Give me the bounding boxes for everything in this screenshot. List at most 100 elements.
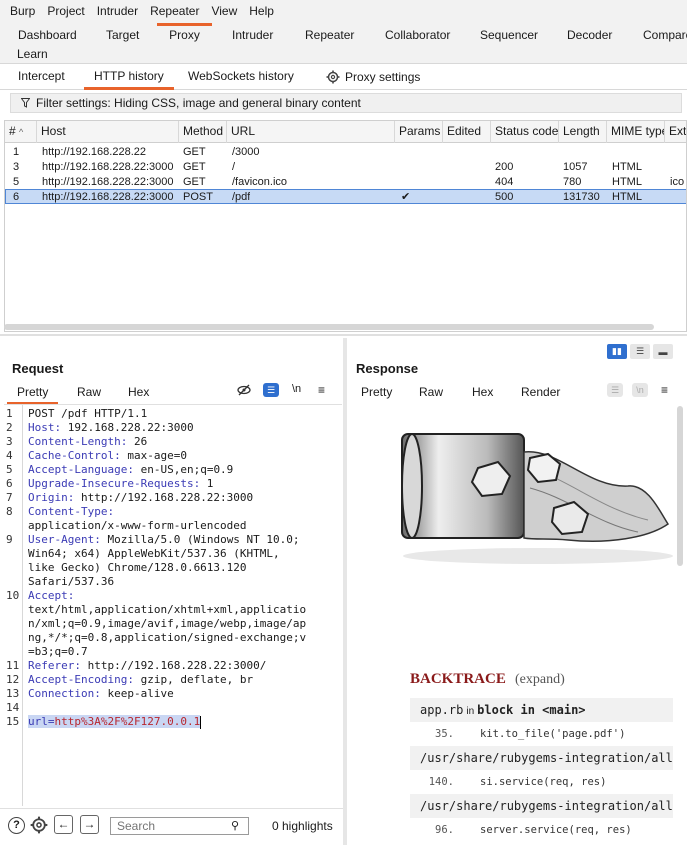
table-row[interactable]: 5 http://192.168.228.22:3000 GET /favico… <box>5 175 686 190</box>
tab-learn[interactable]: Learn <box>17 44 48 64</box>
cell-length: 1057 <box>563 161 588 173</box>
tab-intercept[interactable]: Intercept <box>16 64 67 90</box>
menu-intruder[interactable]: Intruder <box>91 4 144 18</box>
filter-icon <box>21 98 30 108</box>
cell-method: GET <box>183 146 206 158</box>
menu-burp[interactable]: Burp <box>4 4 41 18</box>
tab-decoder[interactable]: Decoder <box>567 25 612 45</box>
request-editor[interactable]: 1 POST /pdf HTTP/1.1 2 Host: 192.168.228.22… <box>4 404 342 806</box>
panel-splitter[interactable] <box>343 338 347 845</box>
settings-gear-icon[interactable] <box>30 816 48 837</box>
col-url[interactable]: URL <box>227 121 395 143</box>
table-row-selected[interactable]: 6 http://192.168.228.22:3000 POST /pdf ✔… <box>5 189 686 204</box>
single-layout-icon[interactable]: ▬ <box>653 344 673 359</box>
tab-request-pretty[interactable]: Pretty <box>6 383 59 405</box>
cell-host: http://192.168.228.22:3000 <box>42 161 174 173</box>
cell-host: http://192.168.228.22:3000 <box>42 191 174 203</box>
header-key: Connection: <box>28 687 101 700</box>
cell-method: POST <box>183 191 213 203</box>
line-text: =b3;q=0.7 <box>28 645 88 658</box>
line-text: POST /pdf HTTP/1.1 <box>28 407 148 420</box>
code-line: url=http%3A%2F%2F127.0.0.1 <box>28 715 202 729</box>
help-icon[interactable]: ? <box>8 817 25 834</box>
line-text: gzip, deflate, br <box>133 673 254 686</box>
line-text: Mozilla/5.0 (Windows NT 10.0; <box>100 533 300 546</box>
tab-http-history[interactable]: HTTP history <box>84 64 174 90</box>
previous-match-icon[interactable]: ← <box>54 815 73 834</box>
code-line: Content-Type: <box>28 505 114 518</box>
split-divider[interactable] <box>0 334 687 336</box>
tab-compare[interactable]: Compare <box>643 25 687 45</box>
table-row[interactable]: 1 http://192.168.228.22 GET /3000 <box>5 145 686 160</box>
tab-response-render[interactable]: Render <box>510 383 571 405</box>
gear-icon <box>326 70 340 84</box>
body-param-key: url= <box>28 715 55 728</box>
horizontal-scrollbar[interactable] <box>4 324 654 330</box>
source-code: si.service(req, res) <box>480 776 607 788</box>
cell-length: 780 <box>563 176 582 188</box>
side-by-side-layout-icon[interactable]: ▮▮ <box>607 344 627 359</box>
tab-proxy[interactable]: Proxy <box>157 23 212 45</box>
col-host[interactable]: Host <box>37 121 179 143</box>
filter-bar[interactable]: Filter settings: Hiding CSS, image and g… <box>10 93 682 113</box>
tab-request-raw[interactable]: Raw <box>77 383 101 403</box>
col-status[interactable]: Status code <box>491 121 559 143</box>
col-edited[interactable]: Edited <box>443 121 491 143</box>
proxy-tabs: Intercept HTTP history WebSockets histor… <box>0 64 687 90</box>
tab-dashboard[interactable]: Dashboard <box>18 25 77 45</box>
col-ext[interactable]: Exte <box>665 121 686 143</box>
table-row[interactable]: 3 http://192.168.228.22:3000 GET / 200 1… <box>5 160 686 175</box>
newline-toggle[interactable]: \n <box>292 383 301 395</box>
col-method[interactable]: Method <box>179 121 227 143</box>
wrap-lines-icon[interactable]: ☰ <box>607 383 623 397</box>
col-params[interactable]: Params <box>395 121 443 143</box>
backtrace-expand-link[interactable]: (expand) <box>515 672 565 688</box>
tab-collaborator[interactable]: Collaborator <box>385 25 450 45</box>
glass-ice-illustration <box>401 433 673 564</box>
header-key: Accept-Language: <box>28 463 134 476</box>
search-input[interactable] <box>110 817 249 835</box>
menu-view[interactable]: View <box>205 4 243 18</box>
line-text: http://192.168.228.22:3000/ <box>80 659 267 672</box>
cell-num: 6 <box>13 191 20 203</box>
tab-response-raw[interactable]: Raw <box>419 383 443 403</box>
line-text: http://192.168.228.22:3000 <box>74 491 254 504</box>
tab-request-hex[interactable]: Hex <box>128 383 149 403</box>
tab-sequencer[interactable]: Sequencer <box>480 25 538 45</box>
cell-host: http://192.168.228.22 <box>42 146 146 158</box>
source-line-number: 96. <box>435 824 454 836</box>
tab-target[interactable]: Target <box>106 25 139 45</box>
cell-status: 200 <box>495 161 514 173</box>
col-length[interactable]: Length <box>559 121 607 143</box>
line-number: 5 <box>6 463 13 476</box>
http-history-table: # ^ Host Method URL Params Edited Status… <box>4 120 687 332</box>
stacked-layout-icon[interactable]: ☰ <box>630 344 650 359</box>
eye-slash-icon[interactable] <box>237 384 251 399</box>
request-tabs: Pretty Raw Hex ☰ \n ≡ <box>0 383 340 405</box>
vertical-scrollbar[interactable] <box>677 406 683 566</box>
next-match-icon[interactable]: → <box>80 815 99 834</box>
header-key: Accept-Encoding: <box>28 673 134 686</box>
col-num[interactable]: # ^ <box>5 121 37 143</box>
tab-response-hex[interactable]: Hex <box>472 383 493 403</box>
menu-project[interactable]: Project <box>41 4 90 18</box>
menu-repeater[interactable]: Repeater <box>144 4 205 18</box>
cell-num: 5 <box>13 176 20 188</box>
menu-icon[interactable]: ≡ <box>661 383 668 397</box>
tab-response-pretty[interactable]: Pretty <box>361 383 392 403</box>
line-number: 8 <box>6 505 13 518</box>
cell-ext: ico <box>670 176 685 188</box>
header-key: User-Agent: <box>28 533 101 546</box>
tab-websockets-history[interactable]: WebSockets history <box>186 64 296 90</box>
wrap-lines-icon[interactable]: ☰ <box>263 383 279 397</box>
newline-toggle[interactable]: \n <box>632 383 648 397</box>
response-tabs: Pretty Raw Hex Render ☰ \n ≡ <box>348 383 687 405</box>
request-title: Request <box>12 361 64 376</box>
menu-icon[interactable]: ≡ <box>318 383 325 397</box>
tab-repeater[interactable]: Repeater <box>305 25 354 45</box>
proxy-settings-button[interactable]: Proxy settings <box>324 64 422 90</box>
menu-help[interactable]: Help <box>243 4 280 18</box>
tab-intruder[interactable]: Intruder <box>232 25 273 45</box>
col-mime[interactable]: MIME type <box>607 121 665 143</box>
source-line-number: 35. <box>435 728 454 740</box>
